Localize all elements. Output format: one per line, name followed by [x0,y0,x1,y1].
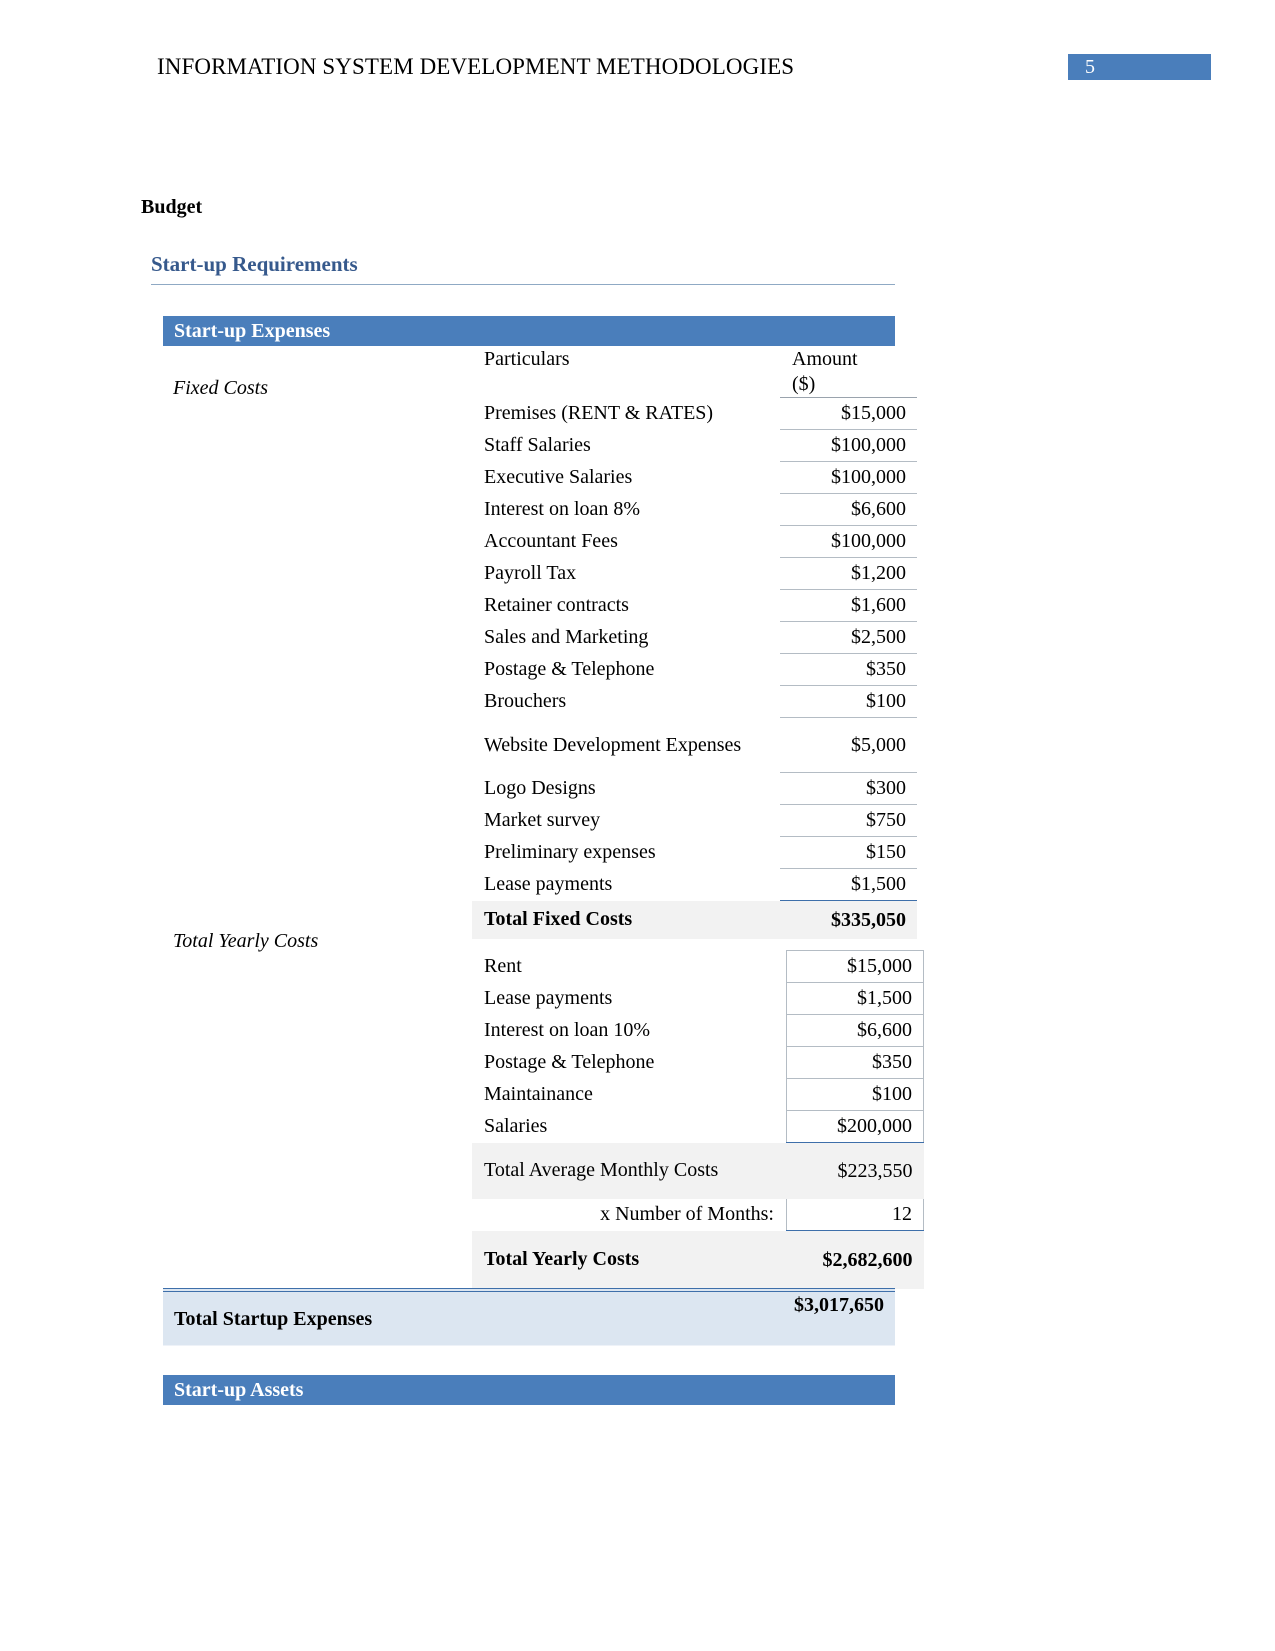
total-average-monthly-costs-label: Total Average Monthly Costs [472,1142,787,1199]
table-row: Accountant Fees $100,000 [472,525,917,558]
yearly-costs-table: Rent $15,000 Lease payments $1,500 Inter… [472,950,924,1289]
column-header-amount: Amount ($) [780,345,917,398]
row-amount: $1,200 [780,557,917,590]
row-label: Executive Salaries [484,466,633,488]
total-startup-expenses-row: Total Startup Expenses $3,017,650 [163,1288,895,1347]
band-startup-assets-label: Start-up Assets [174,1379,304,1401]
table-row: Brouchers $100 [472,685,917,718]
row-amount: $100,000 [780,461,917,494]
row-label: Postage & Telephone [484,658,655,680]
label-fixed-costs: Fixed Costs [173,377,268,399]
row-label: Salaries [484,1115,548,1137]
total-average-monthly-costs-amount: $223,550 [786,1142,924,1199]
table-row: Lease payments $1,500 [472,982,924,1015]
row-amount: $1,500 [780,868,917,901]
total-startup-expenses-amount: $3,017,650 [794,1294,884,1316]
row-label: Brouchers [484,690,567,712]
row-amount: $200,000 [786,1110,924,1143]
row-label: Postage & Telephone [484,1051,655,1073]
table-row: Postage & Telephone $350 [472,653,917,686]
table-row: Lease payments $1,500 [472,868,917,901]
row-amount: $150 [780,836,917,869]
row-label: Accountant Fees [484,530,618,552]
row-label: Staff Salaries [484,434,591,456]
row-label: Retainer contracts [484,594,629,616]
band-startup-assets: Start-up Assets [163,1375,895,1405]
table-row: Postage & Telephone $350 [472,1046,924,1079]
row-label: Sales and Marketing [484,626,649,648]
table-row: Preliminary expenses $150 [472,836,917,869]
fixed-costs-table: Particulars Amount ($) Premises (RENT & … [472,345,917,939]
table-row: Retainer contracts $1,600 [472,589,917,622]
table-row: Website Development Expenses $5,000 [472,717,917,773]
table-row: Premises (RENT & RATES) $15,000 [472,397,917,430]
number-of-months-label: x Number of Months: [600,1203,774,1226]
table-row: Interest on loan 8% $6,600 [472,493,917,526]
row-label: Interest on loan 8% [484,498,641,520]
table-row: Interest on loan 10% $6,600 [472,1014,924,1047]
total-yearly-costs-value: $2,682,600 [822,1248,913,1271]
total-yearly-costs-label: Total Yearly Costs [472,1230,787,1289]
table-row: Salaries $200,000 [472,1110,924,1143]
row-amount: $100,000 [780,525,917,558]
row-amount: $2,500 [780,621,917,654]
total-fixed-costs-row: Total Fixed Costs $335,050 [472,900,917,939]
table-row: Sales and Marketing $2,500 [472,621,917,654]
row-amount: $15,000 [786,950,924,983]
row-amount: $15,000 [780,397,917,430]
total-fixed-costs-amount: $335,050 [780,900,917,939]
band-startup-expenses: Start-up Expenses [163,316,895,346]
row-amount: $350 [780,653,917,686]
row-label: Interest on loan 10% [484,1019,651,1041]
row-label: Website Development Expenses [484,733,742,756]
row-amount: $100 [786,1078,924,1111]
row-amount: $750 [780,804,917,837]
table-header-row: Particulars Amount ($) [472,345,917,398]
page-number-badge: 5 [1068,54,1211,80]
row-label: Lease payments [484,873,613,895]
table-row: Staff Salaries $100,000 [472,429,917,462]
row-label: Logo Designs [484,777,596,799]
number-of-months-value: 12 [786,1199,924,1231]
heading-startup-requirements: Start-up Requirements [151,250,895,285]
row-amount: $100,000 [780,429,917,462]
table-row: Executive Salaries $100,000 [472,461,917,494]
row-amount: $6,600 [780,493,917,526]
row-label: Rent [484,955,522,977]
row-amount: $6,600 [786,1014,924,1047]
band-startup-expenses-label: Start-up Expenses [174,320,331,342]
page-number: 5 [1085,56,1095,78]
table-row: Payroll Tax $1,200 [472,557,917,590]
total-yearly-costs-row: Total Yearly Costs $2,682,600 [472,1230,924,1289]
total-fixed-costs-label: Total Fixed Costs [472,900,780,939]
row-amount: $300 [780,772,917,805]
row-amount: $1,500 [786,982,924,1015]
number-of-months-row: x Number of Months: 12 [472,1199,924,1231]
row-amount: $350 [786,1046,924,1079]
row-label: Preliminary expenses [484,841,656,863]
row-amount: $5,000 [780,717,917,773]
table-row: Rent $15,000 [472,950,924,983]
label-total-yearly-costs: Total Yearly Costs [173,930,319,952]
total-startup-expenses-label: Total Startup Expenses [174,1308,373,1330]
total-yearly-costs-amount: $2,682,600 [786,1230,924,1289]
column-header-particulars: Particulars [484,348,570,370]
header-title: INFORMATION SYSTEM DEVELOPMENT METHODOLO… [157,54,795,79]
table-row: Market survey $750 [472,804,917,837]
column-header-amount-line2: ($) [792,373,816,395]
row-amount: $1,600 [780,589,917,622]
row-label: Payroll Tax [484,562,577,584]
total-average-monthly-costs-row: Total Average Monthly Costs $223,550 [472,1142,924,1199]
heading-budget: Budget [141,196,203,218]
row-label: Lease payments [484,987,613,1009]
column-header-amount-line1: Amount [792,348,858,370]
row-label: Premises (RENT & RATES) [484,402,714,424]
table-row: Maintainance $100 [472,1078,924,1111]
document-header: INFORMATION SYSTEM DEVELOPMENT METHODOLO… [0,52,1275,92]
row-label: Market survey [484,809,601,831]
table-row: Logo Designs $300 [472,772,917,805]
row-label: Maintainance [484,1083,593,1105]
row-amount: $100 [780,685,917,718]
